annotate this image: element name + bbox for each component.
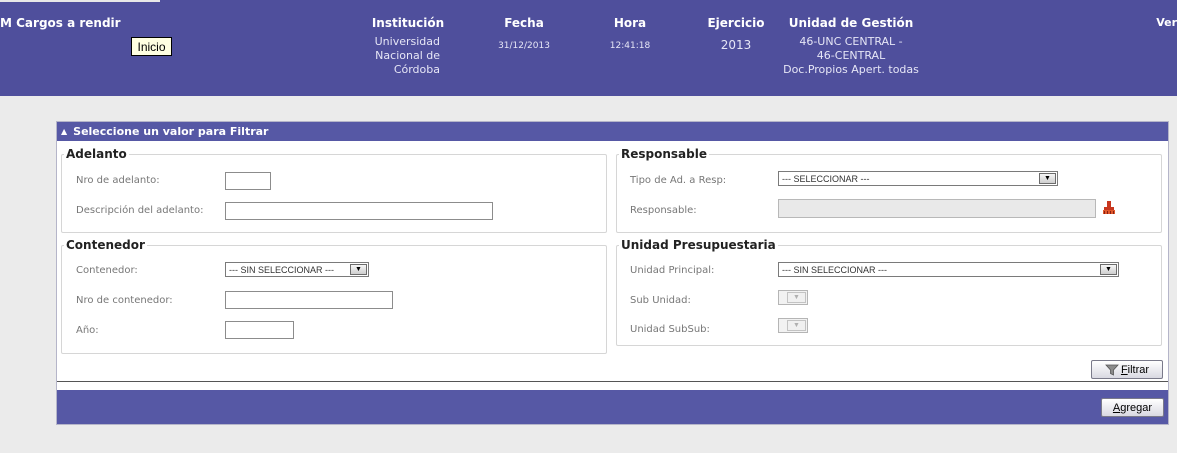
chevron-down-icon[interactable]: ▼ xyxy=(1039,173,1056,184)
time-value: 12:41:18 xyxy=(609,41,651,51)
date-value: 31/12/2013 xyxy=(498,41,550,51)
filter-button-label: iltrar xyxy=(1127,363,1150,376)
descripcion-adelanto-label: Descripción del adelanto: xyxy=(76,205,204,216)
add-button[interactable]: Agregar xyxy=(1101,398,1164,417)
management-unit-value: 46-UNC CENTRAL - 46-CENTRAL Doc.Propios … xyxy=(783,35,919,76)
funnel-icon xyxy=(1105,364,1119,376)
time-heading: Hora xyxy=(613,16,647,30)
filter-panel-header[interactable]: ▲ Seleccione un valor para Filtrar xyxy=(57,122,1168,141)
header-top-line xyxy=(0,0,160,2)
adelanto-legend: Adelanto xyxy=(66,147,127,161)
nro-adelanto-label: Nro de adelanto: xyxy=(76,175,160,186)
unidad-principal-label: Unidad Principal: xyxy=(630,265,715,276)
unidad-principal-select[interactable]: --- SIN SELECCIONAR --- ▼ xyxy=(778,262,1119,277)
tipo-resp-select-value: --- SELECCIONAR --- xyxy=(782,173,870,184)
app-header: M Cargos a rendir Inicio Institución Uni… xyxy=(0,0,1177,96)
adelanto-group: Adelanto xyxy=(61,147,607,233)
fiscal-year-value: 2013 xyxy=(720,38,752,52)
contenedor-select[interactable]: --- SIN SELECCIONAR --- ▼ xyxy=(225,262,369,277)
eraser-icon[interactable] xyxy=(1102,201,1116,215)
sub-unidad-select: ▼ xyxy=(778,290,808,305)
fiscal-year-column: Ejercicio 2013 xyxy=(703,16,769,52)
responsable-group: Responsable xyxy=(616,147,1162,233)
management-unit-heading: Unidad de Gestión xyxy=(788,16,914,30)
responsable-legend: Responsable xyxy=(621,147,707,161)
sub-unidad-label: Sub Unidad: xyxy=(630,295,691,306)
descripcion-adelanto-input[interactable] xyxy=(225,202,493,220)
add-button-label: gregar xyxy=(1120,401,1153,414)
contenedor-legend: Contenedor xyxy=(66,238,145,252)
contenedor-label: Contenedor: xyxy=(76,265,138,276)
add-button-hotkey: A xyxy=(1112,401,1121,414)
filter-button-hotkey: F xyxy=(1120,363,1128,376)
filter-panel-title: Seleccione un valor para Filtrar xyxy=(73,125,269,138)
panel-divider xyxy=(57,381,1168,382)
anio-label: Año: xyxy=(76,325,99,336)
responsable-label: Responsable: xyxy=(630,205,697,216)
institution-column: Institución Universidad Nacional de Córd… xyxy=(358,16,458,77)
contenedor-select-value: --- SIN SELECCIONAR --- xyxy=(229,264,335,275)
ver-link[interactable]: Ver xyxy=(1156,16,1177,29)
tipo-resp-select[interactable]: --- SELECCIONAR --- ▼ xyxy=(778,171,1058,186)
time-column: Hora 12:41:18 xyxy=(605,16,655,53)
filter-panel: ▲ Seleccione un valor para Filtrar Adela… xyxy=(56,121,1169,425)
institution-heading: Institución xyxy=(371,16,445,30)
date-column: Fecha 31/12/2013 xyxy=(494,16,554,53)
nro-contenedor-input[interactable] xyxy=(225,291,393,309)
management-unit-column: Unidad de Gestión 46-UNC CENTRAL - 46-CE… xyxy=(770,16,932,77)
chevron-down-icon[interactable]: ▼ xyxy=(350,264,367,275)
nro-adelanto-input[interactable] xyxy=(225,172,271,190)
unidad-presupuestaria-legend: Unidad Presupuestaria xyxy=(621,238,776,252)
institution-value: Universidad Nacional de Córdoba xyxy=(374,35,440,76)
chevron-down-icon: ▼ xyxy=(787,320,806,331)
tipo-resp-label: Tipo de Ad. a Resp: xyxy=(630,175,727,186)
app-title: M Cargos a rendir xyxy=(0,16,121,30)
home-button[interactable]: Inicio xyxy=(131,37,172,56)
nro-contenedor-label: Nro de contenedor: xyxy=(76,295,173,306)
unidad-principal-select-value: --- SIN SELECCIONAR --- xyxy=(782,264,888,275)
responsable-input xyxy=(778,199,1096,218)
chevron-down-icon: ▼ xyxy=(787,292,806,303)
anio-input[interactable] xyxy=(225,321,294,339)
panel-footer-bar: Agregar xyxy=(57,390,1168,424)
chevron-down-icon[interactable]: ▼ xyxy=(1100,264,1117,275)
date-heading: Fecha xyxy=(504,16,544,30)
filter-button[interactable]: Filtrar xyxy=(1091,360,1163,379)
unidad-subsub-select: ▼ xyxy=(778,318,808,333)
collapse-caret-icon[interactable]: ▲ xyxy=(61,127,67,136)
unidad-subsub-label: Unidad SubSub: xyxy=(630,324,710,335)
fiscal-year-heading: Ejercicio xyxy=(707,16,765,30)
